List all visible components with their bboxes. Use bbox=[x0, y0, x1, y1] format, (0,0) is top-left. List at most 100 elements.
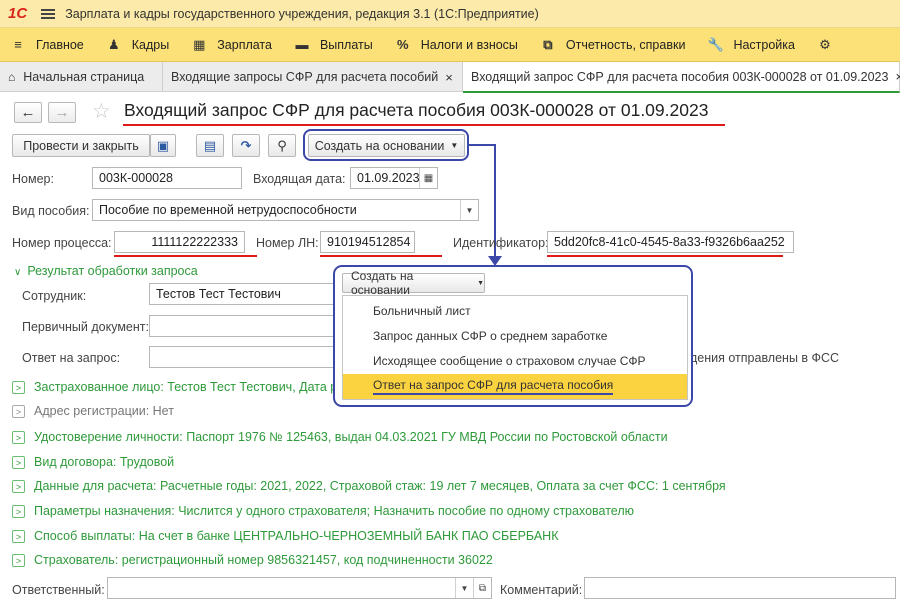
menu-item-label: Выплаты bbox=[319, 37, 373, 52]
menu-item-reply-to-request[interactable]: Ответ на запрос СФР для расчета пособия bbox=[343, 374, 687, 399]
benefit-type-select[interactable]: Пособие по временной нетрудоспособности ▼ bbox=[92, 199, 479, 221]
primary-doc-field[interactable] bbox=[149, 315, 339, 337]
menu-item-staff[interactable]: ♟ Кадры bbox=[96, 28, 181, 62]
tab-label: Входящие запросы СФР для расчета пособий bbox=[171, 70, 439, 84]
calendar-icon[interactable]: ▦ bbox=[419, 168, 437, 188]
related-docs-button[interactable]: ↷ bbox=[232, 134, 260, 157]
payment-method-row[interactable]: Способ выплаты: На счет в банке ЦЕНТРАЛЬ… bbox=[34, 529, 558, 543]
create-based-on-popup-button[interactable]: Создать на основании ▼ bbox=[342, 269, 485, 297]
menu-item-average-earnings-request[interactable]: Запрос данных СФР о среднем заработке bbox=[343, 323, 687, 348]
responsible-label: Ответственный: bbox=[12, 583, 105, 597]
menu-item-settings[interactable]: 🔧 Настройка bbox=[697, 28, 807, 62]
favorite-star-icon[interactable]: ☆ bbox=[92, 99, 111, 124]
app-title: Зарплата и кадры государственного учрежд… bbox=[65, 6, 539, 21]
assignment-parameters-row[interactable]: Параметры назначения: Числится у одного … bbox=[34, 504, 634, 518]
menu-item-label: Отчетность, справки bbox=[565, 37, 686, 52]
menu-item-sick-leave[interactable]: Больничный лист bbox=[343, 298, 687, 323]
expand-icon[interactable]: > bbox=[12, 480, 25, 493]
gear-icon: ⚙ bbox=[819, 36, 831, 52]
expand-icon[interactable]: > bbox=[12, 381, 25, 394]
calculator-icon: ▦ bbox=[193, 36, 206, 52]
contract-type-row[interactable]: Вид договора: Трудовой bbox=[34, 455, 174, 469]
tab-home[interactable]: ⌂ Начальная страница bbox=[0, 62, 163, 92]
tab-label: Входящий запрос СФР для расчета пособия … bbox=[471, 69, 889, 84]
tab-requests-list[interactable]: Входящие запросы СФР для расчета пособий… bbox=[163, 62, 463, 92]
create-based-on-menu: Больничный лист Запрос данных СФР о сред… bbox=[342, 295, 688, 400]
incoming-date-label: Входящая дата: bbox=[253, 172, 346, 186]
print-button[interactable]: ▤ bbox=[196, 134, 224, 157]
employee-field[interactable]: Тестов Тест Тестович bbox=[149, 283, 339, 305]
menu-item-label: Ответ на запрос СФР для расчета пособия bbox=[373, 378, 614, 395]
expand-icon[interactable]: > bbox=[12, 530, 25, 543]
title-bar: 1С Зарплата и кадры государственного учр… bbox=[0, 0, 900, 28]
menu-item-salary[interactable]: ▦ Зарплата bbox=[181, 28, 284, 62]
insured-person-row[interactable]: Застрахованное лицо: Тестов Тест Тестови… bbox=[34, 380, 352, 394]
identifier-field[interactable]: 5dd20fc8-41c0-4545-8a33-f9326b6aa252 bbox=[547, 231, 794, 253]
menu-item-label: Кадры bbox=[131, 37, 170, 52]
process-number-label: Номер процесса: bbox=[12, 236, 112, 250]
menu-item-reports[interactable]: ⧉ Отчетность, справки bbox=[530, 28, 698, 62]
forward-button[interactable]: → bbox=[48, 102, 76, 123]
annotation-underline-title bbox=[123, 124, 725, 126]
menu-item-main[interactable]: ≡ Главное bbox=[0, 28, 96, 62]
menu-item-payments[interactable]: ▬ Выплаты bbox=[284, 28, 385, 62]
main-menu-icon[interactable] bbox=[41, 8, 56, 19]
arrow-left-icon: ← bbox=[20, 104, 36, 121]
annotation-connector bbox=[469, 144, 495, 146]
comment-field[interactable] bbox=[584, 577, 896, 599]
back-button[interactable]: ← bbox=[14, 102, 42, 123]
expand-icon[interactable]: > bbox=[12, 431, 25, 444]
number-label: Номер: bbox=[12, 172, 54, 186]
chevron-down-icon[interactable]: ▼ bbox=[460, 200, 478, 220]
open-tabs: ⌂ Начальная страница Входящие запросы СФР… bbox=[0, 62, 900, 93]
app-logo: 1С bbox=[8, 5, 28, 22]
post-and-close-button[interactable]: Провести и закрыть bbox=[12, 134, 150, 157]
answer-field[interactable] bbox=[149, 346, 339, 368]
employee-label: Сотрудник: bbox=[22, 289, 87, 303]
close-icon[interactable]: × bbox=[445, 70, 453, 85]
insurer-row[interactable]: Страхователь: регистрационный номер 9856… bbox=[34, 553, 493, 567]
identifier-label: Идентификатор: bbox=[453, 236, 549, 250]
primary-doc-label: Первичный документ: bbox=[22, 320, 149, 334]
calculation-data-row[interactable]: Данные для расчета: Расчетные годы: 2021… bbox=[34, 479, 726, 493]
registration-address-row[interactable]: Адрес регистрации: Нет bbox=[34, 404, 174, 418]
section-title: Результат обработки запроса bbox=[27, 264, 198, 278]
answer-status-note: дения отправлены в ФСС bbox=[690, 351, 840, 365]
people-icon: ♟ bbox=[107, 36, 120, 52]
tab-current-request[interactable]: Входящий запрос СФР для расчета пособия … bbox=[463, 62, 900, 93]
process-number-field[interactable]: 1111122222333 bbox=[114, 231, 245, 253]
close-icon[interactable]: × bbox=[895, 69, 900, 84]
menu-item-taxes[interactable]: % Налоги и взносы bbox=[385, 28, 530, 62]
sections-panel: ≡ Главное ♟ Кадры ▦ Зарплата ▬ Выплаты % Нало… bbox=[0, 28, 900, 62]
save-button[interactable]: ▣ bbox=[150, 134, 176, 157]
comment-label: Комментарий: bbox=[500, 583, 583, 597]
chevron-down-icon: ∨ bbox=[14, 267, 22, 278]
number-field[interactable]: 003К-000028 bbox=[92, 167, 242, 189]
incoming-date-field[interactable]: 01.09.2023 ▦ bbox=[350, 167, 438, 189]
expand-icon[interactable]: > bbox=[12, 554, 25, 567]
expand-icon[interactable]: > bbox=[12, 456, 25, 469]
paperclip-icon: ⚲ bbox=[277, 137, 287, 153]
document-form: ← → ☆ Входящий запрос СФР для расчета по… bbox=[0, 92, 900, 607]
annotation-highlight-create-button bbox=[303, 129, 469, 161]
menu-item-admin[interactable]: ⚙ bbox=[807, 28, 855, 62]
card-icon: ▬ bbox=[295, 37, 309, 52]
annotation-underline-process bbox=[114, 255, 257, 257]
attach-button[interactable]: ⚲ bbox=[268, 134, 296, 157]
document-icon: ▤ bbox=[203, 137, 217, 153]
ln-number-field[interactable]: 910194512854 bbox=[320, 231, 415, 253]
open-icon[interactable]: ⧉ bbox=[473, 578, 491, 598]
responsible-field[interactable]: ▼ ⧉ bbox=[107, 577, 492, 599]
select-value: Пособие по временной нетрудоспособности bbox=[99, 203, 357, 217]
identity-document-row[interactable]: Удостоверение личности: Паспорт 1976 № 1… bbox=[34, 430, 668, 444]
ln-number-label: Номер ЛН: bbox=[256, 236, 319, 250]
result-section-toggle[interactable]: ∨ Результат обработки запроса bbox=[14, 264, 198, 278]
menu-item-label: Главное bbox=[36, 37, 84, 52]
chevron-down-icon[interactable]: ▼ bbox=[455, 578, 473, 598]
expand-icon[interactable]: > bbox=[12, 405, 25, 418]
wrench-icon: 🔧 bbox=[707, 36, 724, 52]
menu-item-insured-event-message[interactable]: Исходящее сообщение о страховом случае С… bbox=[343, 348, 687, 373]
expand-icon[interactable]: > bbox=[12, 505, 25, 518]
answer-label: Ответ на запрос: bbox=[22, 351, 121, 365]
create-based-on-popup: Создать на основании ▼ Больничный лист За… bbox=[333, 265, 693, 407]
